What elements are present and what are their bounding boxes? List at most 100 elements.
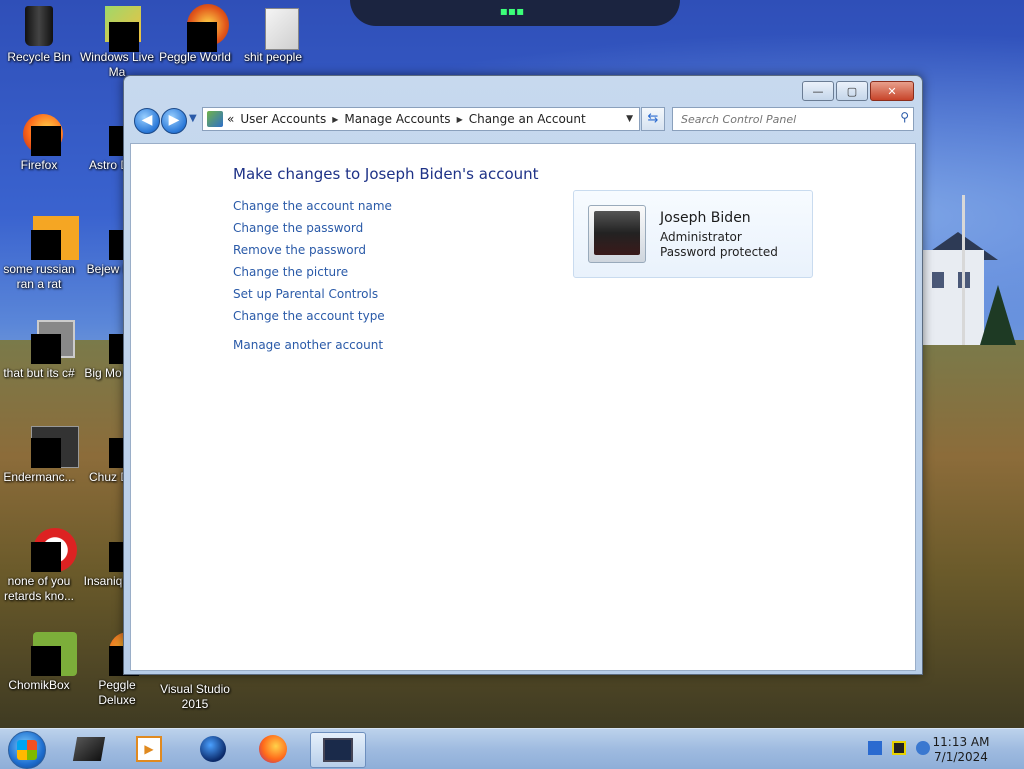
app-icon [17, 320, 75, 364]
start-button[interactable] [8, 731, 46, 769]
back-arrow-icon: ◀ [141, 112, 153, 128]
link-manage-another-account[interactable]: Manage another account [233, 337, 392, 359]
desktop-icon-label: Recycle Bin [7, 50, 71, 64]
desktop-icon-peggle-world[interactable]: Peggle World [156, 4, 234, 65]
desktop-icon-label: Peggle World [159, 50, 231, 64]
app-icon [95, 4, 141, 52]
link-change-picture[interactable]: Change the picture [233, 264, 392, 286]
address-dropdown-icon[interactable]: ▼ [626, 114, 633, 124]
maximize-button[interactable]: ▢ [836, 81, 868, 101]
wallpaper-flagpole [962, 195, 965, 345]
control-panel-window: — ▢ ✕ ◀ ▶ ▼ « User Accounts ▶ Manage Acc… [123, 75, 923, 675]
content-pane: Make changes to Joseph Biden's account C… [130, 143, 916, 671]
refresh-icon: ⇆ [647, 111, 659, 126]
navigation-bar: ◀ ▶ ▼ « User Accounts ▶ Manage Accounts … [130, 104, 916, 134]
window-controls: — ▢ ✕ [802, 81, 914, 101]
taskbar-item-firefox[interactable] [248, 732, 298, 766]
link-change-password[interactable]: Change the password [233, 220, 392, 242]
search-input[interactable] [679, 108, 888, 130]
breadcrumb-manage-accounts[interactable]: Manage Accounts [344, 112, 450, 126]
windows-logo-icon [17, 740, 37, 760]
desktop-icon-firefox[interactable]: Firefox [0, 112, 78, 173]
chevron-down-icon: ▼ [189, 113, 197, 124]
desktop-icon-label: none of you retards kno... [3, 574, 75, 603]
task-links: Change the account name Change the passw… [233, 198, 392, 359]
breadcrumb-overflow[interactable]: « [227, 112, 234, 126]
account-role: Administrator [660, 230, 742, 244]
gadget-led: ▪▪▪ [499, 4, 525, 18]
desktop-icon-label: ChomikBox [8, 678, 70, 692]
desktop-icon-that-but-its-csharp[interactable]: that but its c# [0, 320, 78, 381]
desktop-icon-label: shit people [243, 50, 303, 64]
globe-icon [200, 736, 226, 762]
account-picture [588, 205, 646, 263]
app-icon [17, 216, 79, 260]
control-panel-icon [207, 111, 223, 127]
control-panel-icon [323, 738, 353, 762]
close-icon: ✕ [887, 84, 897, 98]
firefox-icon [259, 735, 287, 763]
desktop-icon-windows-live[interactable]: Windows Live Ma [78, 4, 156, 80]
taskbar-item-control-panel[interactable] [310, 732, 366, 768]
link-change-account-name[interactable]: Change the account name [233, 198, 392, 220]
page-title: Make changes to Joseph Biden's account [233, 165, 539, 183]
link-parental-controls[interactable]: Set up Parental Controls [233, 286, 392, 308]
breadcrumb-change-an-account[interactable]: Change an Account [469, 112, 586, 126]
maximize-icon: ▢ [846, 84, 858, 98]
breadcrumb-separator-icon[interactable]: ▶ [332, 115, 338, 124]
account-status: Password protected [660, 245, 778, 259]
volume-icon[interactable] [916, 741, 930, 755]
clock-date: 7/1/2024 [934, 750, 988, 764]
desktop-icon-shit-people[interactable]: shit people [234, 4, 312, 65]
search-box[interactable]: ⚲ [672, 107, 914, 131]
link-change-account-type[interactable]: Change the account type [233, 308, 392, 330]
desktop-icon-label: Firefox [20, 158, 58, 172]
back-button[interactable]: ◀ [134, 108, 160, 134]
user-avatar-icon [594, 211, 640, 255]
desktop-icon-label: Peggle Deluxe [98, 678, 136, 707]
desktop-icon-label: Endermanc... [3, 470, 75, 484]
desktop-icon-recycle-bin[interactable]: Recycle Bin [0, 4, 78, 65]
desktop-icon-visual-studio[interactable]: Visual Studio 2015 [156, 682, 234, 712]
system-clock[interactable]: 11:13 AM 7/1/2024 [930, 735, 992, 765]
account-card: Joseph Biden Administrator Password prot… [573, 190, 813, 278]
desktop-icon-chomikbox[interactable]: ChomikBox [0, 632, 78, 693]
desktop-icon-endermanch[interactable]: Endermanc... [0, 424, 79, 485]
media-player-icon: ▶ [136, 736, 162, 762]
recent-pages-button[interactable]: ▼ [189, 113, 197, 124]
breadcrumb-user-accounts[interactable]: User Accounts [240, 112, 326, 126]
app-icon [72, 737, 106, 761]
firefox-icon [17, 112, 63, 156]
app-icon [17, 424, 79, 468]
forward-arrow-icon: ▶ [168, 112, 180, 128]
link-remove-password[interactable]: Remove the password [233, 242, 392, 264]
peggle-icon [173, 4, 229, 52]
account-name: Joseph Biden [660, 210, 751, 226]
network-icon[interactable] [868, 741, 882, 755]
minimize-button[interactable]: — [802, 81, 834, 101]
search-icon[interactable]: ⚲ [900, 110, 909, 124]
taskbar-item-app[interactable] [64, 732, 114, 766]
forward-button[interactable]: ▶ [161, 108, 187, 134]
battery-icon[interactable] [892, 741, 906, 755]
taskbar: ▶ 11:13 AM 7/1/2024 [0, 728, 1024, 769]
chomikbox-icon [17, 632, 77, 676]
recycle-bin-icon [17, 4, 61, 48]
desktop-icon-label: Visual Studio 2015 [160, 682, 230, 711]
address-bar[interactable]: « User Accounts ▶ Manage Accounts ▶ Chan… [202, 107, 640, 131]
desktop-icon-none-of-you[interactable]: none of you retards kno... [0, 528, 78, 604]
close-button[interactable]: ✕ [870, 81, 914, 101]
refresh-button[interactable]: ⇆ [641, 107, 665, 131]
taskbar-item-media-player[interactable]: ▶ [124, 732, 174, 766]
wallpaper-tree [980, 285, 1016, 345]
folder-icon [251, 4, 299, 50]
minimize-icon: — [812, 84, 824, 98]
app-icon [17, 528, 77, 572]
desktop-icon-label: some russian ran a rat [3, 262, 75, 291]
wallpaper-house [922, 250, 984, 345]
taskbar-item-globe[interactable] [188, 732, 238, 766]
breadcrumb-separator-icon[interactable]: ▶ [457, 115, 463, 124]
desktop-icon-label: that but its c# [3, 366, 75, 380]
wallpaper-house-window [932, 272, 944, 288]
desktop-icon-some-russian[interactable]: some russian ran a rat [0, 216, 79, 292]
